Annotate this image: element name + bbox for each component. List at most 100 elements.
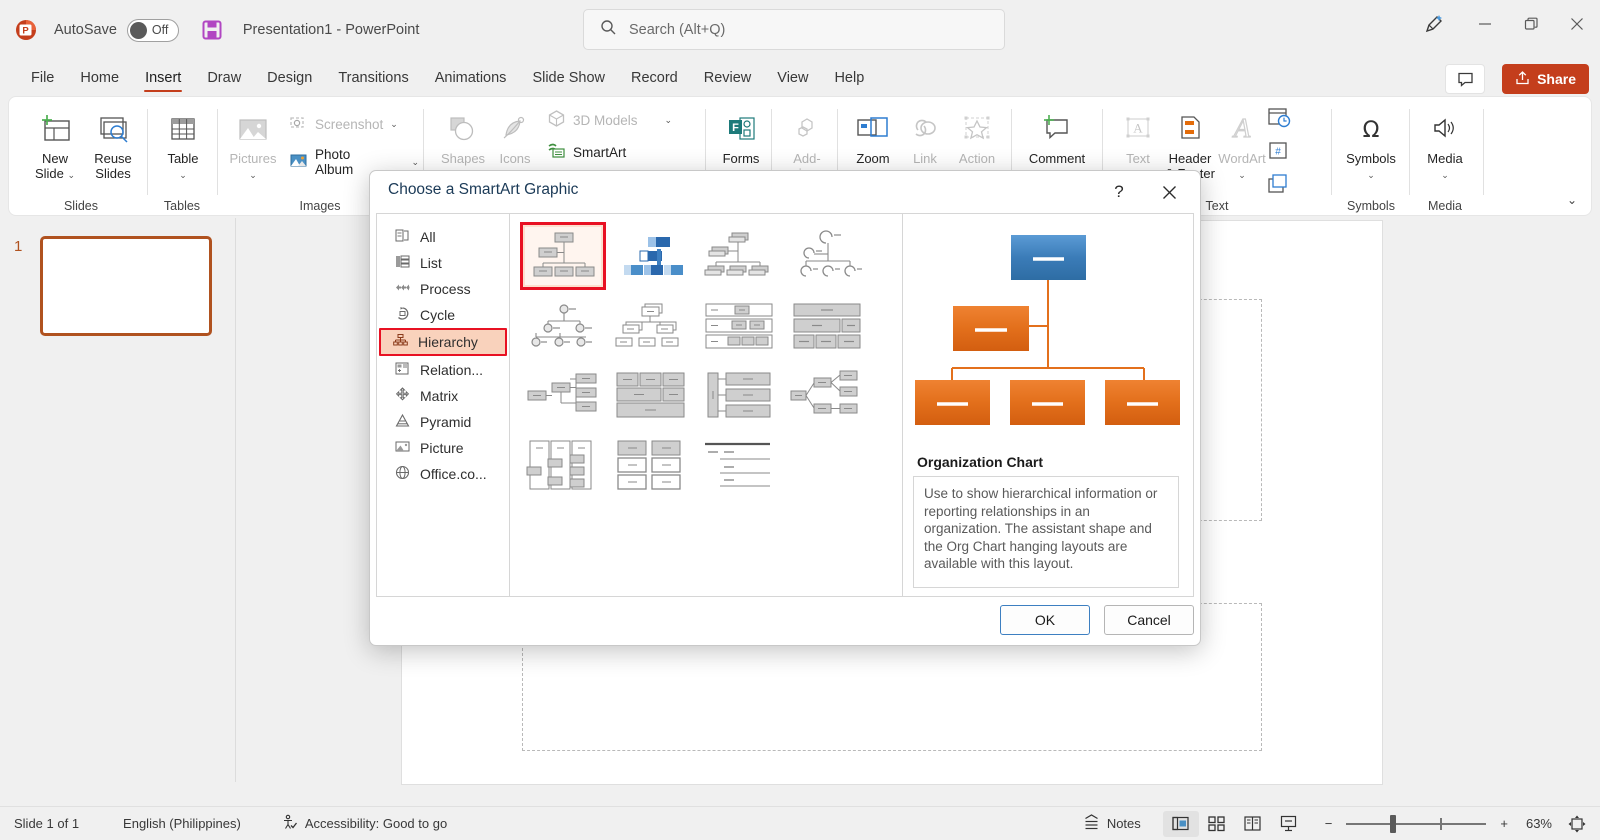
gallery-item-architecture-layout[interactable] xyxy=(608,362,694,430)
pictures-button[interactable]: Pictures⌄ xyxy=(221,105,285,183)
tab-view[interactable]: View xyxy=(764,66,821,90)
autosave-state: Off xyxy=(152,23,168,37)
tab-animations[interactable]: Animations xyxy=(422,66,520,90)
accessibility-status[interactable]: Accessibility: Good to go xyxy=(281,814,447,834)
chevron-down-icon[interactable]: ⌄ xyxy=(665,115,673,126)
tab-design[interactable]: Design xyxy=(254,66,325,90)
chevron-down-icon[interactable]: ⌄ xyxy=(411,157,419,168)
close-button[interactable] xyxy=(1554,0,1600,48)
wordart-icon: A xyxy=(1222,105,1262,147)
search-icon xyxy=(600,19,617,41)
fit-slide-button[interactable] xyxy=(1568,815,1586,833)
smartart-button[interactable]: SmartArt xyxy=(547,141,626,163)
autosave-toggle[interactable]: Off xyxy=(127,19,179,42)
category-hierarchy[interactable]: Hierarchy xyxy=(379,328,507,356)
tab-transitions[interactable]: Transitions xyxy=(325,66,421,90)
zoom-label: Zoom xyxy=(856,151,889,166)
gallery-item-horizontal-multi-level-hierarchy[interactable] xyxy=(696,362,782,430)
comments-button[interactable] xyxy=(1445,64,1485,94)
cancel-button[interactable]: Cancel xyxy=(1104,605,1194,635)
tab-slide-show[interactable]: Slide Show xyxy=(519,66,618,90)
smartart-gallery xyxy=(510,214,903,596)
zoom-out-button[interactable]: − xyxy=(1325,816,1333,831)
tab-help[interactable]: Help xyxy=(821,66,877,90)
new-slide-button[interactable]: NewSlide ⌄ xyxy=(23,105,87,183)
wordart-label: WordArt⌄ xyxy=(1218,151,1265,183)
share-button[interactable]: Share xyxy=(1502,64,1589,94)
ok-button[interactable]: OK xyxy=(1000,605,1090,635)
reuse-slides-button[interactable]: ReuseSlides xyxy=(81,105,145,181)
wordart-button[interactable]: A WordArt⌄ xyxy=(1210,105,1274,183)
screenshot-button[interactable]: Screenshot ⌄ xyxy=(289,113,398,135)
dialog-close-button[interactable] xyxy=(1154,178,1184,206)
gallery-item-horizontal-hierarchy-list[interactable] xyxy=(608,432,694,500)
forms-button[interactable]: F Forms xyxy=(709,105,773,166)
gallery-item-table-hierarchy[interactable] xyxy=(784,292,870,360)
gallery-item-picture-organization-chart[interactable] xyxy=(608,222,694,290)
zoom-midpoint-tick xyxy=(1440,818,1442,830)
addins-icon xyxy=(789,105,825,147)
media-button[interactable]: Media⌄ xyxy=(1413,105,1477,183)
object-button[interactable] xyxy=(1266,173,1292,202)
category-relationship[interactable]: Relation... xyxy=(383,357,503,382)
gallery-item-horizontal-hierarchy[interactable] xyxy=(784,362,870,430)
view-normal-button[interactable] xyxy=(1163,811,1199,837)
gallery-item-hierarchy-list[interactable] xyxy=(520,432,606,500)
ribbon-separator xyxy=(217,109,218,195)
category-all[interactable]: All xyxy=(383,224,503,249)
gallery-item-organization-chart[interactable] xyxy=(520,222,606,290)
save-icon[interactable] xyxy=(201,19,223,41)
gallery-item-half-circle-org-chart[interactable] xyxy=(784,222,870,290)
slide-thumbnail-pane: 1 xyxy=(0,218,236,782)
date-time-button[interactable] xyxy=(1266,105,1292,134)
view-slide-sorter-button[interactable] xyxy=(1199,811,1235,837)
gallery-item-hierarchy[interactable] xyxy=(608,292,694,360)
category-matrix[interactable]: Matrix xyxy=(383,383,503,408)
view-reading-button[interactable] xyxy=(1235,811,1271,837)
collapse-ribbon-button[interactable]: ⌄ xyxy=(1567,193,1577,207)
tab-home[interactable]: Home xyxy=(67,66,132,90)
category-picture[interactable]: Picture xyxy=(383,435,503,460)
category-cycle[interactable]: Cycle xyxy=(383,302,503,327)
smartart-preview-pane: Organization Chart Use to show hierarchi… xyxy=(903,214,1193,596)
preview-organization-chart-graphic xyxy=(911,218,1185,440)
category-office-com[interactable]: Office.co... xyxy=(383,461,503,486)
slide-number-button[interactable]: # xyxy=(1266,139,1292,168)
tab-insert[interactable]: Insert xyxy=(132,66,194,90)
zoom-percent-label[interactable]: 63% xyxy=(1526,816,1552,831)
matrix-icon xyxy=(395,387,410,405)
table-button[interactable]: Table⌄ xyxy=(151,105,215,183)
gallery-item-circle-picture-hierarchy[interactable] xyxy=(520,292,606,360)
comment-button[interactable]: Comment xyxy=(1025,105,1089,166)
zoom-slider-thumb[interactable] xyxy=(1390,815,1396,833)
category-list[interactable]: List xyxy=(383,250,503,275)
slide-thumbnail-1[interactable] xyxy=(40,236,212,336)
tab-record[interactable]: Record xyxy=(618,66,691,90)
category-process[interactable]: Process xyxy=(383,276,503,301)
tab-file[interactable]: File xyxy=(18,66,67,90)
chevron-down-icon[interactable]: ⌄ xyxy=(390,119,398,130)
gallery-item-labeled-hierarchy[interactable] xyxy=(696,292,782,360)
gallery-item-lined-list[interactable] xyxy=(696,432,782,500)
zoom-in-button[interactable]: + xyxy=(1500,816,1508,831)
3d-models-button[interactable]: 3D Models ⌄ xyxy=(547,109,672,131)
minimize-button[interactable] xyxy=(1462,0,1508,48)
action-button[interactable]: Action xyxy=(945,105,1009,166)
gallery-item-horizontal-organization-chart[interactable] xyxy=(520,362,606,430)
symbols-button[interactable]: Ω Symbols⌄ xyxy=(1339,105,1403,183)
view-slideshow-button[interactable] xyxy=(1271,811,1307,837)
category-pyramid[interactable]: Pyramid xyxy=(383,409,503,434)
search-input[interactable]: Search (Alt+Q) xyxy=(583,9,1005,50)
pictures-label: Pictures⌄ xyxy=(230,151,277,183)
help-button[interactable]: ? xyxy=(1104,178,1134,206)
notes-button[interactable]: Notes xyxy=(1083,814,1141,834)
tab-draw[interactable]: Draw xyxy=(194,66,254,90)
text-box-icon: A xyxy=(1118,105,1158,147)
zoom-slider[interactable] xyxy=(1346,823,1486,825)
language-indicator[interactable]: English (Philippines) xyxy=(123,816,241,831)
restore-button[interactable] xyxy=(1508,0,1554,48)
photo-album-icon xyxy=(289,151,308,173)
gallery-item-name-and-title-org-chart[interactable] xyxy=(696,222,782,290)
pen-annotate-icon[interactable] xyxy=(1406,0,1462,48)
tab-review[interactable]: Review xyxy=(691,66,765,90)
